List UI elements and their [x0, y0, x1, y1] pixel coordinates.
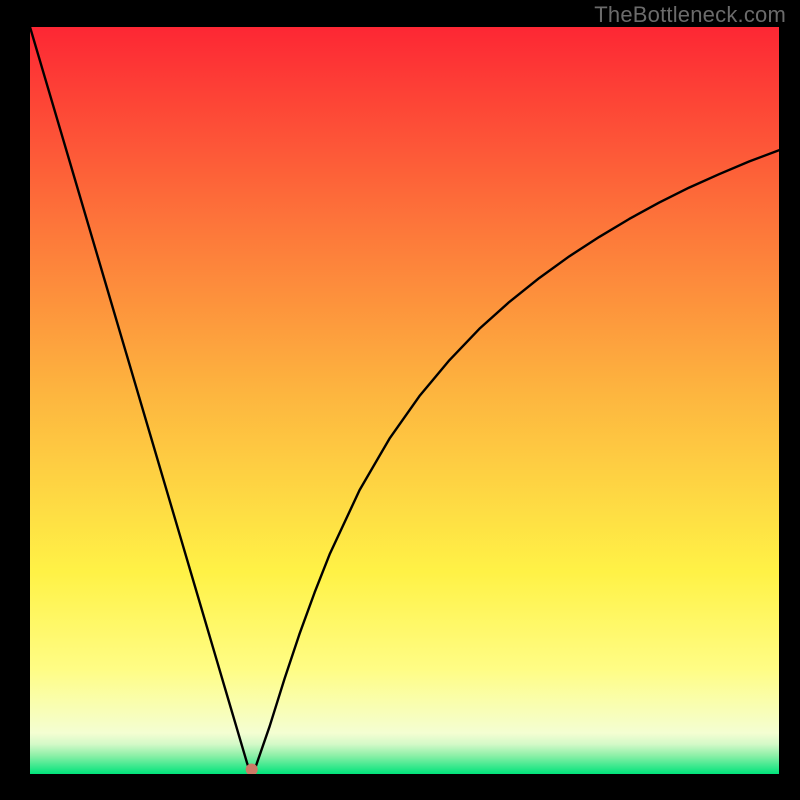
gradient-background	[30, 27, 779, 774]
chart-svg	[30, 27, 779, 774]
plot-area	[30, 27, 779, 774]
watermark-text: TheBottleneck.com	[594, 2, 786, 28]
chart-frame: TheBottleneck.com	[0, 0, 800, 800]
